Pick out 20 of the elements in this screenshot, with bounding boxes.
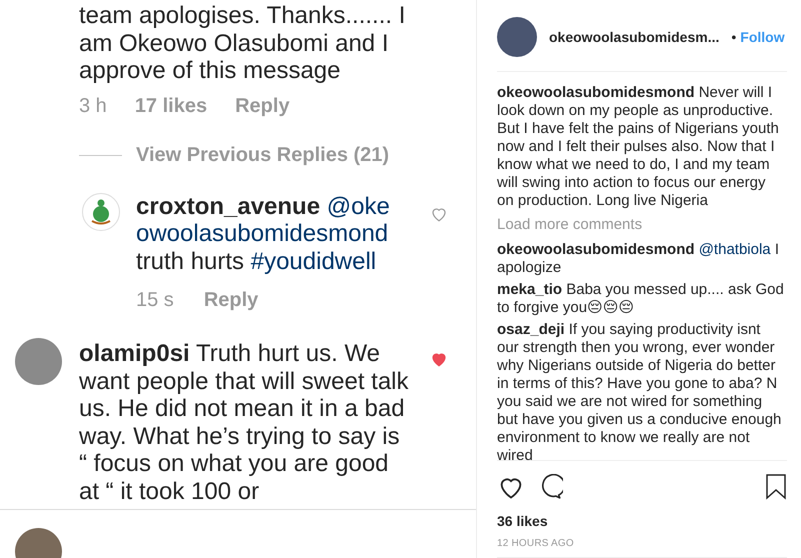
username-link[interactable]: osaz_deji <box>497 321 565 338</box>
post-time: 12 HOURS AGO <box>497 538 787 558</box>
emblem-avatar <box>82 192 120 230</box>
username-link[interactable]: okeowoolasubomidesmond <box>497 241 695 258</box>
username-link[interactable]: croxton_avenue <box>136 192 320 220</box>
username-link[interactable]: olamip0si <box>79 340 190 367</box>
username-link[interactable]: okeowoolasubomidesm... <box>549 28 720 45</box>
comment-text: croxton_avenue @okeowoolasubomidesmond truth hurts #youdidwell <box>135 192 391 275</box>
timestamp: 15 s <box>136 289 174 312</box>
username-link[interactable]: meka_tio <box>497 281 562 298</box>
avatar <box>15 338 62 385</box>
comment-text: team apologises. Thanks....... I am Okeowo Olasubomi and I approve of this message <box>78 1 406 84</box>
avatar <box>497 16 537 57</box>
bookmark-icon[interactable] <box>765 474 787 500</box>
username-link[interactable]: okeowoolasubomidesmond <box>497 84 695 102</box>
likes-count: 36 likes <box>497 513 549 529</box>
comment-text: olamip0si Truth hurt us. We want people that will sweet talk us. He did not mean it in a bad way. What he’s trying to say is “ focus on what you are good at “ it took 100 or <box>78 339 410 505</box>
separator-dot: • <box>731 28 736 45</box>
caption-text: okeowoolasubomidesmond Never will I look down on my people as unproductive. But I have felt the pains of Nigerians youth now and I felt their pulses also. Now that I know what we need to do, I and my team will swing into action to focus our energy on production. Long live Nigeria <box>497 84 780 210</box>
timestamp: 3 h <box>79 94 107 118</box>
